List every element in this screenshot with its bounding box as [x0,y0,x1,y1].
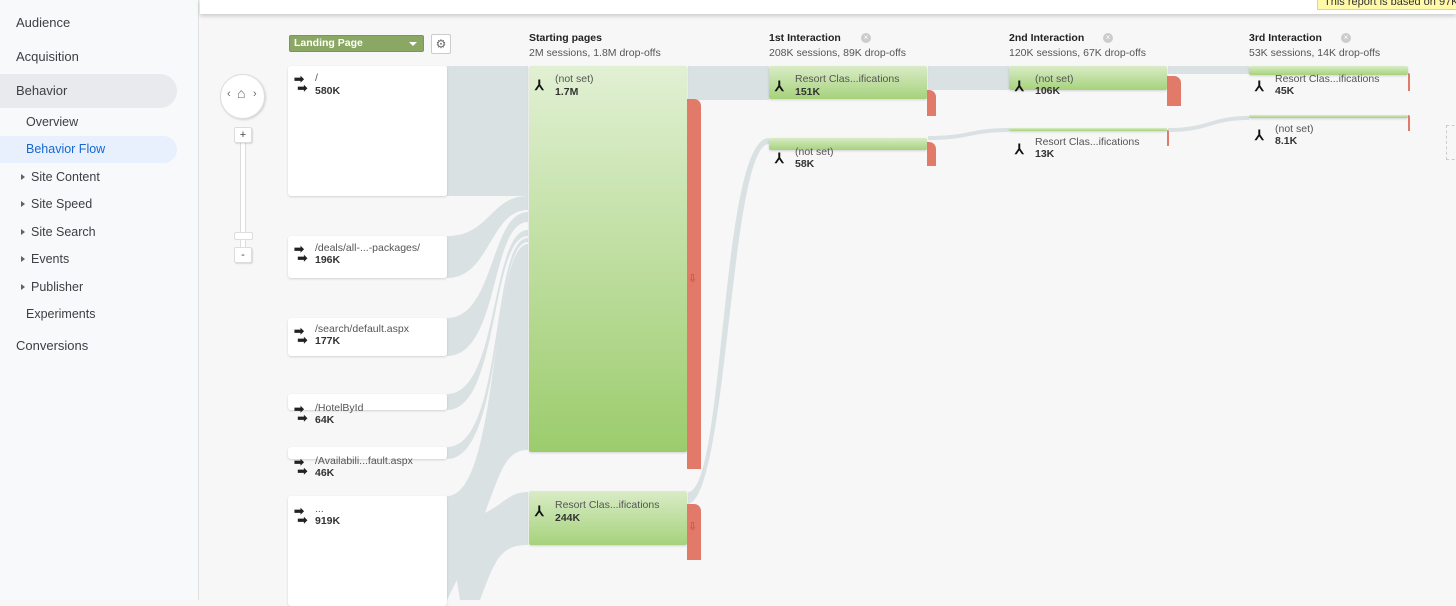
close-icon[interactable]: × [1341,33,1351,43]
starting-page-node[interactable] [529,66,687,452]
close-icon[interactable]: × [861,33,871,43]
settings-button[interactable]: ⚙ [431,34,451,54]
merge-icon: ⅄ [535,503,544,519]
merge-icon: ⅄ [775,78,784,94]
entry-arrows-icon: ➡ ➡ [294,72,308,95]
node-value: 177K [315,335,341,347]
interaction-node[interactable] [1009,66,1167,90]
column-title: 1st Interaction [769,32,841,44]
merge-icon: ⅄ [535,77,544,93]
entry-arrows-icon: ➡ ➡ [294,324,308,347]
node-label: / [315,72,318,84]
drop-arrow-icon: ⇩ [688,521,698,533]
interaction-node[interactable] [1249,115,1408,118]
node-value: 8.1K [1275,135,1298,147]
flow-link [1168,116,1249,132]
node-value: 58K [795,158,815,170]
entry-arrows-icon: ➡ ➡ [294,455,308,478]
node-label: /HotelById [315,402,364,414]
node-value: 196K [315,254,341,266]
flow-link [1168,66,1249,74]
zoom-out-button[interactable]: - [234,247,252,263]
flow-link [688,66,769,100]
dimension-select-value: Landing Page [294,37,363,49]
node-value: 1.7M [555,86,579,98]
column-title: 2nd Interaction [1009,32,1085,44]
chevron-down-icon [409,42,417,46]
node-value: 244K [555,512,581,524]
node-value: 106K [1035,85,1061,97]
interaction-node[interactable] [1009,128,1167,131]
node-value: 151K [795,86,821,98]
flow-link [928,128,1009,140]
merge-icon: ⅄ [1255,78,1264,94]
node-label: /deals/all-...-packages/ [315,242,421,254]
flow-connections [447,66,1249,600]
entry-arrows-icon: ➡ ➡ [294,504,308,527]
drop-off-bar[interactable] [927,90,936,116]
landing-node[interactable] [288,496,447,606]
merge-icon: ⅄ [775,150,784,166]
column-subtitle: 208K sessions, 89K drop-offs [769,47,906,59]
column-subtitle: 120K sessions, 67K drop-offs [1009,47,1146,59]
node-label: Resort Clas...ifications [1275,73,1380,85]
node-value: 580K [315,85,341,97]
node-value: 46K [315,467,335,479]
drop-off-bar[interactable] [1408,73,1410,91]
sampling-notice: This report is based on 97K [1317,0,1456,10]
drop-off-bar[interactable] [1167,130,1169,146]
zoom-in-button[interactable]: + [234,127,252,143]
node-label: Resort Clas...ifications [795,73,900,85]
node-label: /Availabili...fault.aspx [315,455,413,467]
node-label: ... [315,503,324,515]
interaction-node[interactable] [769,138,927,150]
column-title: Starting pages [529,32,602,44]
node-value: 13K [1035,148,1055,160]
add-step-placeholder[interactable] [1446,125,1456,160]
drop-off-bar[interactable] [1408,115,1410,131]
gear-icon: ⚙ [435,37,447,51]
column-subtitle: 53K sessions, 14K drop-offs [1249,47,1381,59]
drop-off-bar[interactable] [1167,76,1181,106]
node-value: 64K [315,414,335,426]
merge-icon: ⅄ [1015,141,1024,157]
drop-off-bar[interactable] [927,142,936,166]
node-label: Resort Clas...ifications [1035,136,1140,148]
entry-arrows-icon: ➡ ➡ [294,402,308,425]
pan-control[interactable]: ‹ ⌂ › [220,74,265,119]
node-label: (not set) [1035,73,1074,85]
node-label: (not set) [1275,123,1314,135]
pan-left-icon[interactable]: ‹ [227,88,231,100]
top-bar [200,0,1456,14]
flow-link [447,66,528,196]
pan-right-icon[interactable]: › [253,88,257,100]
drop-arrow-icon: ⇩ [688,273,698,285]
entry-arrows-icon: ➡ ➡ [294,242,308,265]
zoom-slider-handle[interactable] [234,232,253,240]
home-icon[interactable]: ⌂ [237,85,245,101]
merge-icon: ⅄ [1255,127,1264,143]
close-icon[interactable]: × [1103,33,1113,43]
node-value: 45K [1275,85,1295,97]
node-label: (not set) [795,146,834,158]
landing-node[interactable] [288,66,447,196]
column-title: 3rd Interaction [1249,32,1322,44]
node-label: (not set) [555,73,594,85]
node-label: /search/default.aspx [315,323,409,335]
node-value: 919K [315,515,341,527]
column-subtitle: 2M sessions, 1.8M drop-offs [529,47,661,59]
node-label: Resort Clas...ifications [555,499,660,511]
landing-node[interactable] [288,394,447,410]
merge-icon: ⅄ [1015,78,1024,94]
flow-link [928,66,1009,90]
dimension-select[interactable]: Landing Page [289,35,424,52]
